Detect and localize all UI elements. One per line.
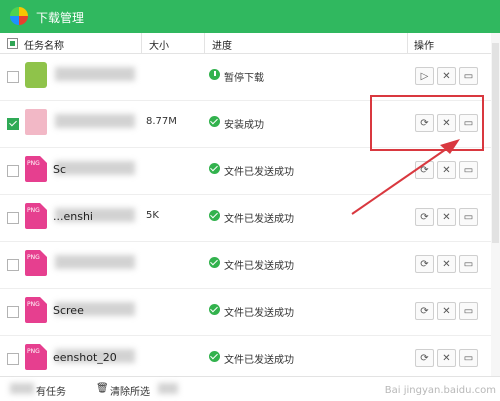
annotation-arrow (351, 139, 460, 215)
clear-selected-button[interactable]: 清除所选 (110, 383, 150, 398)
delete-all-tasks-button[interactable]: 有任务 (36, 383, 66, 398)
watermark: Bai jingyan.baidu.com (384, 385, 496, 396)
trash-icon[interactable]: 🗑 (96, 383, 109, 394)
